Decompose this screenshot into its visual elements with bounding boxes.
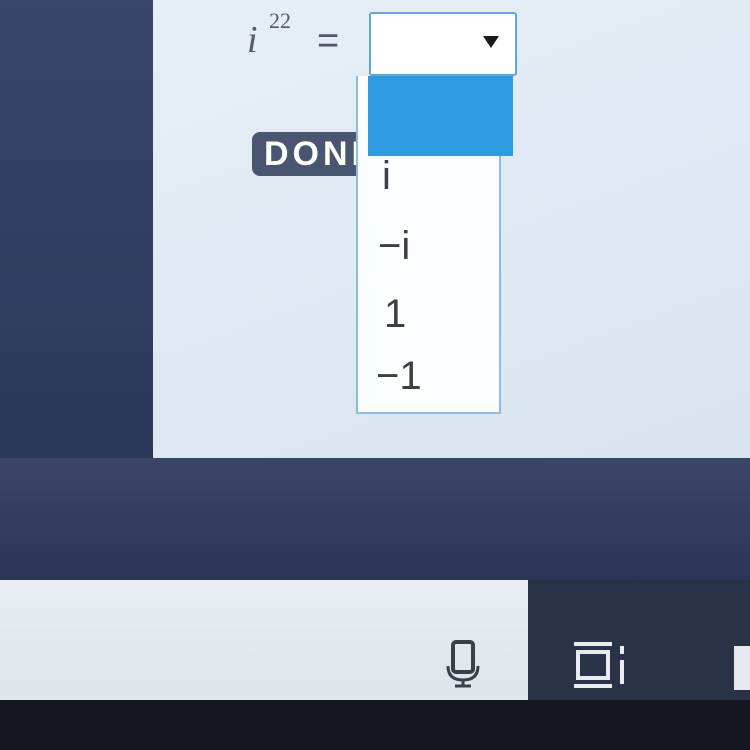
desktop-lower-band: [0, 458, 750, 583]
dropdown-option-minus-one[interactable]: −1: [358, 354, 499, 399]
answer-select[interactable]: [369, 12, 517, 76]
microphone-icon[interactable]: [445, 640, 481, 688]
dropdown-option-blank[interactable]: [368, 76, 513, 156]
dropdown-option-one[interactable]: 1: [366, 292, 507, 337]
equation-base: i: [247, 19, 258, 61]
equals-sign: =: [317, 20, 340, 62]
system-tray-edge: [734, 646, 750, 690]
taskbar: [0, 580, 750, 700]
task-view-icon[interactable]: [572, 640, 632, 690]
dropdown-arrow-icon[interactable]: [483, 36, 499, 48]
dropdown-options-list: i −i 1 −1: [356, 76, 513, 414]
done-button[interactable]: DONE: [252, 132, 367, 176]
dropdown-option-i[interactable]: i: [364, 154, 505, 199]
dropdown-option-minus-i[interactable]: −i: [360, 224, 501, 269]
equation-exponent: 22: [269, 8, 291, 33]
desktop-left-background: [0, 0, 160, 470]
monitor-bezel: [0, 700, 750, 750]
